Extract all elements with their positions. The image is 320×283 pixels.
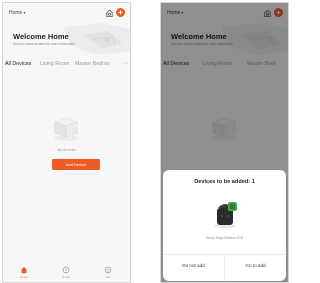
dialog-title: Devices to be added: 1 — [194, 179, 255, 185]
welcome-title: Welcome Home — [13, 32, 69, 41]
empty-state-text: No devices — [57, 148, 76, 152]
chevron-down-icon: ▾ — [23, 10, 26, 15]
welcome-subtitle: Set your home location for more informat… — [13, 42, 76, 46]
scan-icon[interactable] — [105, 9, 114, 18]
profile-icon — [104, 266, 112, 274]
home-selector[interactable]: Home▾ — [9, 10, 25, 16]
smart-icon — [62, 266, 70, 274]
nav-smart[interactable]: Smart — [54, 266, 78, 279]
nav-me[interactable]: Me — [96, 266, 120, 279]
add-icon[interactable]: + — [116, 8, 125, 17]
go-to-add-button[interactable]: Go to add — [225, 263, 286, 268]
empty-box-icon — [54, 117, 78, 141]
ellipsis-icon[interactable]: ⋯ — [122, 60, 128, 67]
welcome-banner: Welcome Home Set your home location for … — [3, 21, 130, 59]
devices-found-dialog: Devices to be added: 1 Smart Plug Outdoo… — [163, 170, 286, 281]
nav-home[interactable]: Home — [12, 266, 36, 279]
tab-all-devices[interactable]: All Devices — [5, 61, 31, 67]
room-tabs: All Devices Living Room Master Bedroo ⋯ — [3, 61, 130, 73]
bottom-nav: Home Smart Me — [3, 262, 130, 282]
tab-master-bedroom[interactable]: Master Bedroo — [75, 61, 110, 67]
nav-home-label: Home — [20, 275, 28, 279]
nav-smart-label: Smart — [62, 275, 70, 279]
add-device-button[interactable]: Add Device — [52, 159, 100, 170]
home-icon — [20, 266, 28, 274]
home-screen: Home▾ + Welcome Home Set your home locat… — [2, 2, 131, 283]
nav-me-label: Me — [106, 275, 110, 279]
add-device-screen: Home▾ + Welcome Home Set your home locat… — [160, 2, 289, 283]
tab-living-room[interactable]: Living Room — [40, 61, 69, 67]
do-not-add-button[interactable]: Do not add — [163, 263, 224, 268]
device-name: Smart Plug Outdoor 2CE — [205, 236, 244, 240]
smart-plug-image — [214, 202, 237, 229]
